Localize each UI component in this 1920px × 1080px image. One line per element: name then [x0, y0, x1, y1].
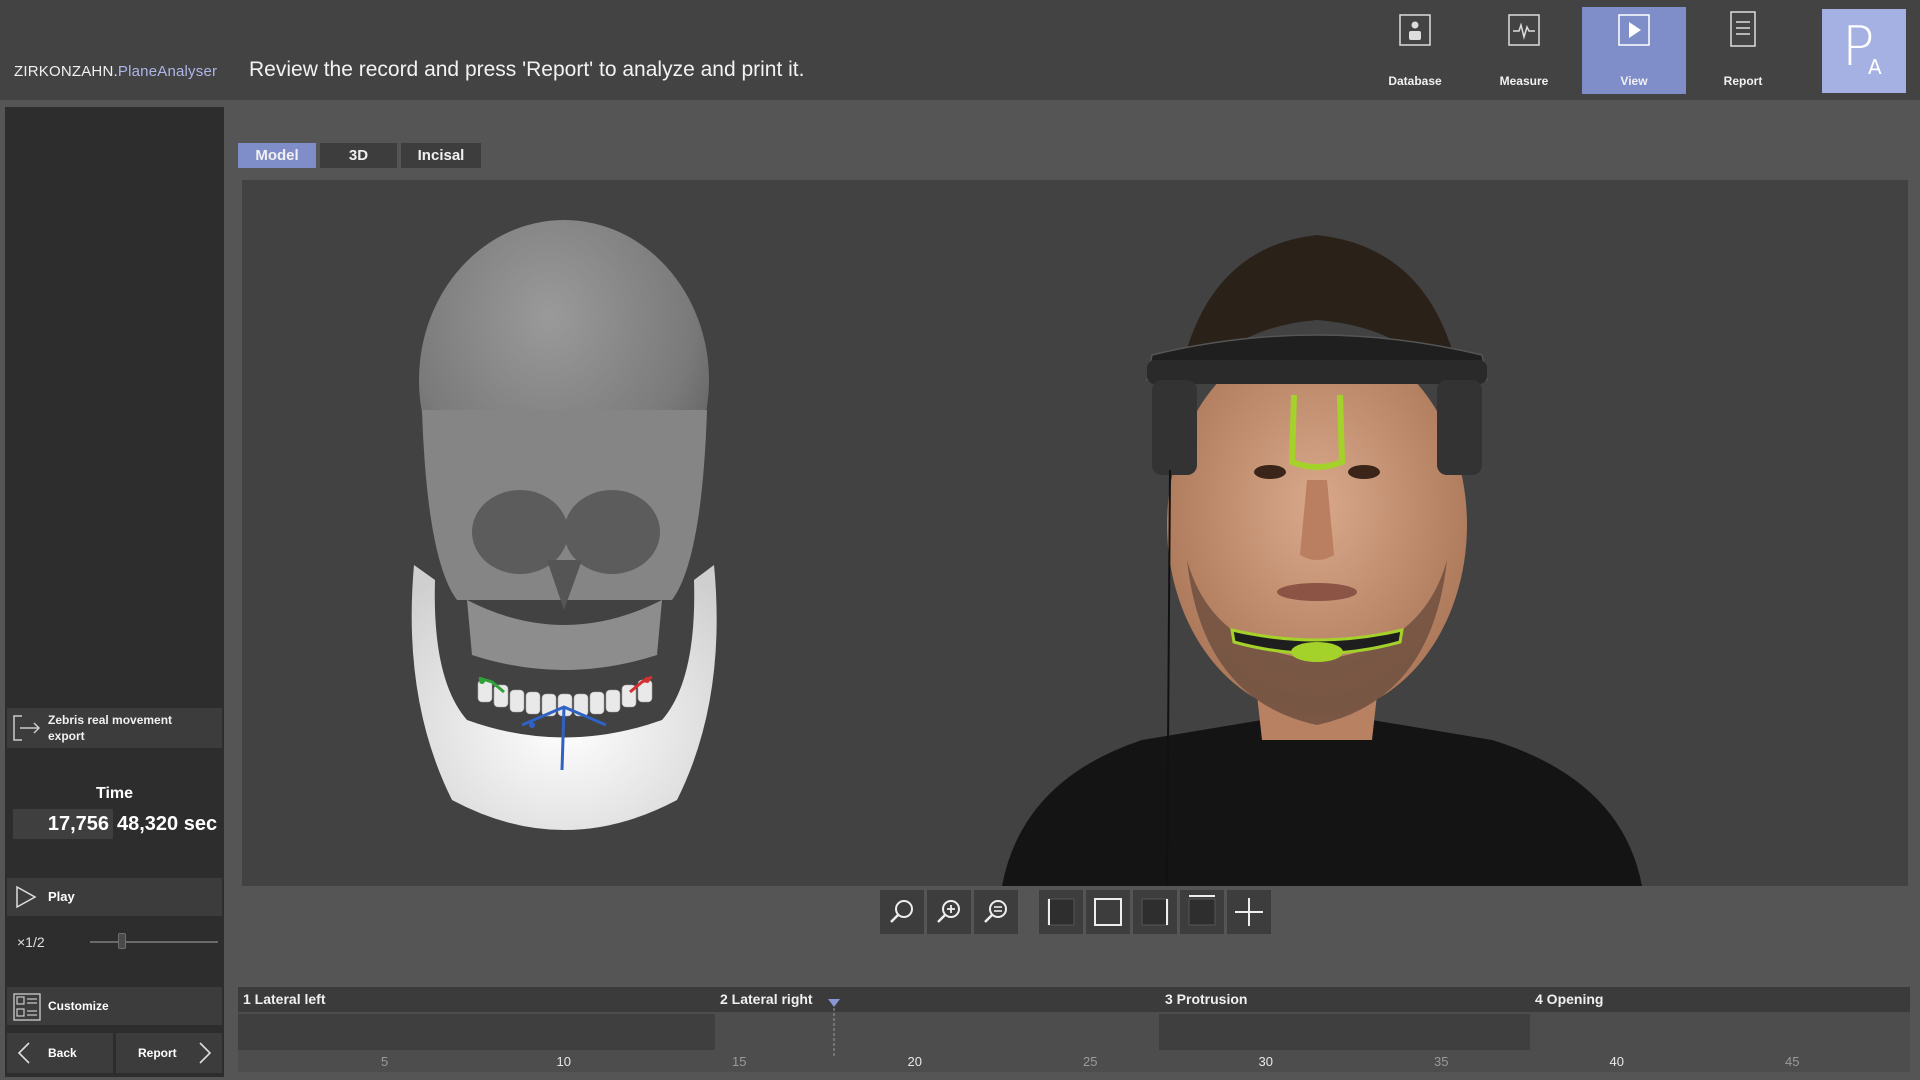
timeline-tick: 45 [1785, 1054, 1800, 1069]
app-header: ZIRKONZAHN.PlaneAnalyser Review the reco… [0, 0, 1920, 100]
view-right-icon [1141, 898, 1169, 926]
zoom-fit-icon [984, 900, 1007, 923]
tab-incisal[interactable]: Incisal [401, 143, 481, 168]
back-button[interactable]: Back [7, 1033, 113, 1073]
nav-measure-button[interactable]: Measure [1472, 7, 1576, 94]
timeline-tick: 40 [1609, 1054, 1624, 1069]
customize-icon [13, 993, 41, 1021]
play-button[interactable]: Play [7, 878, 222, 916]
chevron-right-icon [199, 1042, 212, 1064]
skull-model[interactable] [411, 220, 717, 830]
view-front-icon [1094, 898, 1122, 926]
segment-band-lateral-right[interactable] [715, 1014, 1159, 1050]
brand-name: ZIRKONZAHN.PlaneAnalyser [14, 63, 218, 80]
zoom-out-button[interactable] [880, 890, 924, 934]
play-icon [16, 885, 37, 909]
crosshair-icon [1235, 898, 1263, 926]
zoom-in-button[interactable] [927, 890, 971, 934]
timeline-tick: 30 [1258, 1054, 1273, 1069]
sidebar: Zebris real movement export Time 17,756 … [5, 107, 224, 1077]
nav-view-button[interactable]: View [1582, 7, 1686, 94]
view-front-button[interactable] [1086, 890, 1130, 934]
report-button[interactable]: Report [116, 1033, 222, 1073]
instruction-text: Review the record and press 'Report' to … [249, 58, 805, 81]
view-left-button[interactable] [1039, 890, 1083, 934]
time-title: Time [95, 785, 134, 802]
segment-protrusion[interactable]: 3 Protrusion [1165, 991, 1247, 1007]
speed-slider-thumb[interactable] [118, 933, 126, 949]
time-total: 48,320 sec [117, 813, 218, 835]
timeline-tick: 10 [556, 1054, 571, 1069]
view-top-button[interactable] [1180, 890, 1224, 934]
database-icon [1399, 14, 1431, 46]
timeline-playhead[interactable] [827, 998, 841, 1058]
view-left-icon [1047, 898, 1075, 926]
zebris-export-button[interactable]: Zebris real movement export [7, 708, 222, 748]
timeline-tick: 20 [907, 1054, 922, 1069]
report-icon [1730, 11, 1756, 47]
nav-report-button[interactable]: Report [1691, 7, 1795, 94]
planeanalyser-logo: P A [1822, 9, 1906, 93]
patient-photo [1002, 235, 1642, 886]
measure-icon [1508, 14, 1540, 46]
timeline-tick: 35 [1434, 1054, 1449, 1069]
segment-band-lateral-left[interactable] [238, 1014, 715, 1050]
segment-band-protrusion[interactable] [1159, 1014, 1530, 1050]
timeline-tick: 25 [1083, 1054, 1098, 1069]
timeline-header [238, 987, 1910, 1012]
customize-button[interactable]: Customize [7, 987, 222, 1025]
movement-timeline[interactable]: 1 Lateral left 2 Lateral right 3 Protrus… [238, 987, 1910, 1072]
speed-label: ×1/2 [17, 934, 45, 950]
segment-lateral-right[interactable]: 2 Lateral right [720, 991, 813, 1007]
speed-slider-track[interactable] [90, 941, 218, 943]
time-current-input[interactable]: 17,756 [13, 809, 113, 839]
segment-opening[interactable]: 4 Opening [1535, 991, 1603, 1007]
view-icon [1618, 14, 1650, 46]
zoom-fit-button[interactable] [974, 890, 1018, 934]
segment-band-opening[interactable] [1530, 1014, 1910, 1050]
crosshair-button[interactable] [1227, 890, 1271, 934]
view-right-button[interactable] [1133, 890, 1177, 934]
tab-3d[interactable]: 3D [320, 143, 397, 168]
view-top-icon [1188, 895, 1216, 926]
model-viewport[interactable] [242, 180, 1908, 886]
zoom-out-icon [890, 900, 913, 923]
timeline-tick: 15 [732, 1054, 747, 1069]
export-icon [13, 715, 41, 741]
tab-model[interactable]: Model [238, 143, 316, 168]
segment-lateral-left[interactable]: 1 Lateral left [243, 991, 325, 1007]
viewport-canvas [411, 220, 1642, 886]
timeline-tick: 5 [381, 1054, 389, 1069]
chevron-left-icon [17, 1042, 30, 1064]
nav-database-button[interactable]: Database [1363, 7, 1467, 94]
zoom-in-icon [937, 900, 960, 923]
